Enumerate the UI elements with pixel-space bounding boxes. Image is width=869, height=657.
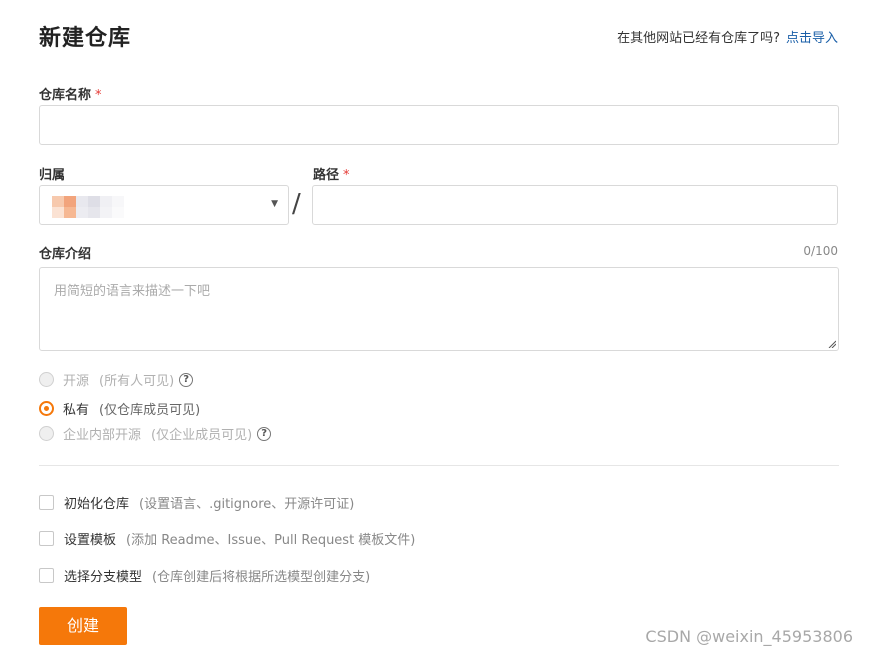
- option-hint: (添加 Readme、Issue、Pull Request 模板文件): [126, 533, 416, 548]
- create-button[interactable]: 创建: [39, 607, 127, 645]
- checkbox-template[interactable]: [39, 531, 54, 546]
- repo-name-label: 仓库名称 *: [39, 84, 102, 103]
- checkbox-init-repo[interactable]: [39, 495, 54, 510]
- option-label: 初始化仓库: [64, 497, 130, 512]
- path-label: 路径 *: [313, 164, 350, 183]
- visibility-option-private[interactable]: 私有 (仅仓库成员可见): [39, 399, 200, 418]
- visibility-label: 企业内部开源: [63, 428, 142, 443]
- visibility-hint: (仅仓库成员可见): [99, 403, 201, 418]
- page-title: 新建仓库: [39, 26, 132, 51]
- path-label-text: 路径: [313, 168, 340, 183]
- option-label: 选择分支模型: [64, 570, 143, 585]
- visibility-option-enterprise[interactable]: 企业内部开源 (仅企业成员可见) ?: [39, 424, 272, 443]
- repo-name-label-text: 仓库名称: [39, 88, 92, 103]
- visibility-hint: (仅企业成员可见): [151, 428, 253, 443]
- required-mark: *: [343, 168, 350, 183]
- checkbox-branch-model[interactable]: [39, 568, 54, 583]
- option-hint: (仓库创建后将根据所选模型创建分支): [152, 570, 371, 585]
- import-link[interactable]: 点击导入: [786, 31, 838, 46]
- option-hint: (设置语言、.gitignore、开源许可证): [139, 497, 355, 512]
- path-separator: /: [292, 189, 301, 219]
- option-label: 设置模板: [64, 533, 117, 548]
- import-hint: 在其他网站已经有仓库了吗? 点击导入: [617, 27, 838, 46]
- description-textarea[interactable]: 用简短的语言来描述一下吧: [39, 267, 839, 351]
- visibility-option-public[interactable]: 开源 (所有人可见) ?: [39, 370, 194, 389]
- option-init-repo[interactable]: 初始化仓库 (设置语言、.gitignore、开源许可证): [39, 493, 354, 512]
- owner-avatar-blurred: [52, 196, 132, 218]
- dropdown-caret-icon[interactable]: ▼: [271, 199, 278, 209]
- repo-name-input[interactable]: [39, 105, 839, 145]
- option-branch-model[interactable]: 选择分支模型 (仓库创建后将根据所选模型创建分支): [39, 566, 370, 585]
- owner-select[interactable]: ▼: [39, 185, 289, 225]
- radio-public[interactable]: [39, 372, 54, 387]
- visibility-label: 开源: [63, 374, 90, 389]
- description-counter: 0/100: [803, 244, 838, 258]
- help-icon[interactable]: ?: [179, 372, 194, 387]
- watermark: CSDN @weixin_45953806: [645, 627, 853, 646]
- radio-enterprise[interactable]: [39, 426, 54, 441]
- required-mark: *: [95, 88, 102, 103]
- radio-private[interactable]: [39, 401, 54, 416]
- visibility-hint: (所有人可见): [99, 374, 175, 389]
- divider: [39, 465, 839, 466]
- description-placeholder: 用简短的语言来描述一下吧: [54, 284, 211, 299]
- description-label: 仓库介绍: [39, 247, 92, 262]
- resize-handle-icon[interactable]: [828, 340, 836, 348]
- import-hint-text: 在其他网站已经有仓库了吗?: [617, 31, 780, 46]
- owner-label: 归属: [39, 168, 66, 183]
- option-template[interactable]: 设置模板 (添加 Readme、Issue、Pull Request 模板文件): [39, 529, 415, 548]
- visibility-label: 私有: [63, 403, 90, 418]
- path-input[interactable]: [312, 185, 838, 225]
- help-icon[interactable]: ?: [257, 426, 272, 441]
